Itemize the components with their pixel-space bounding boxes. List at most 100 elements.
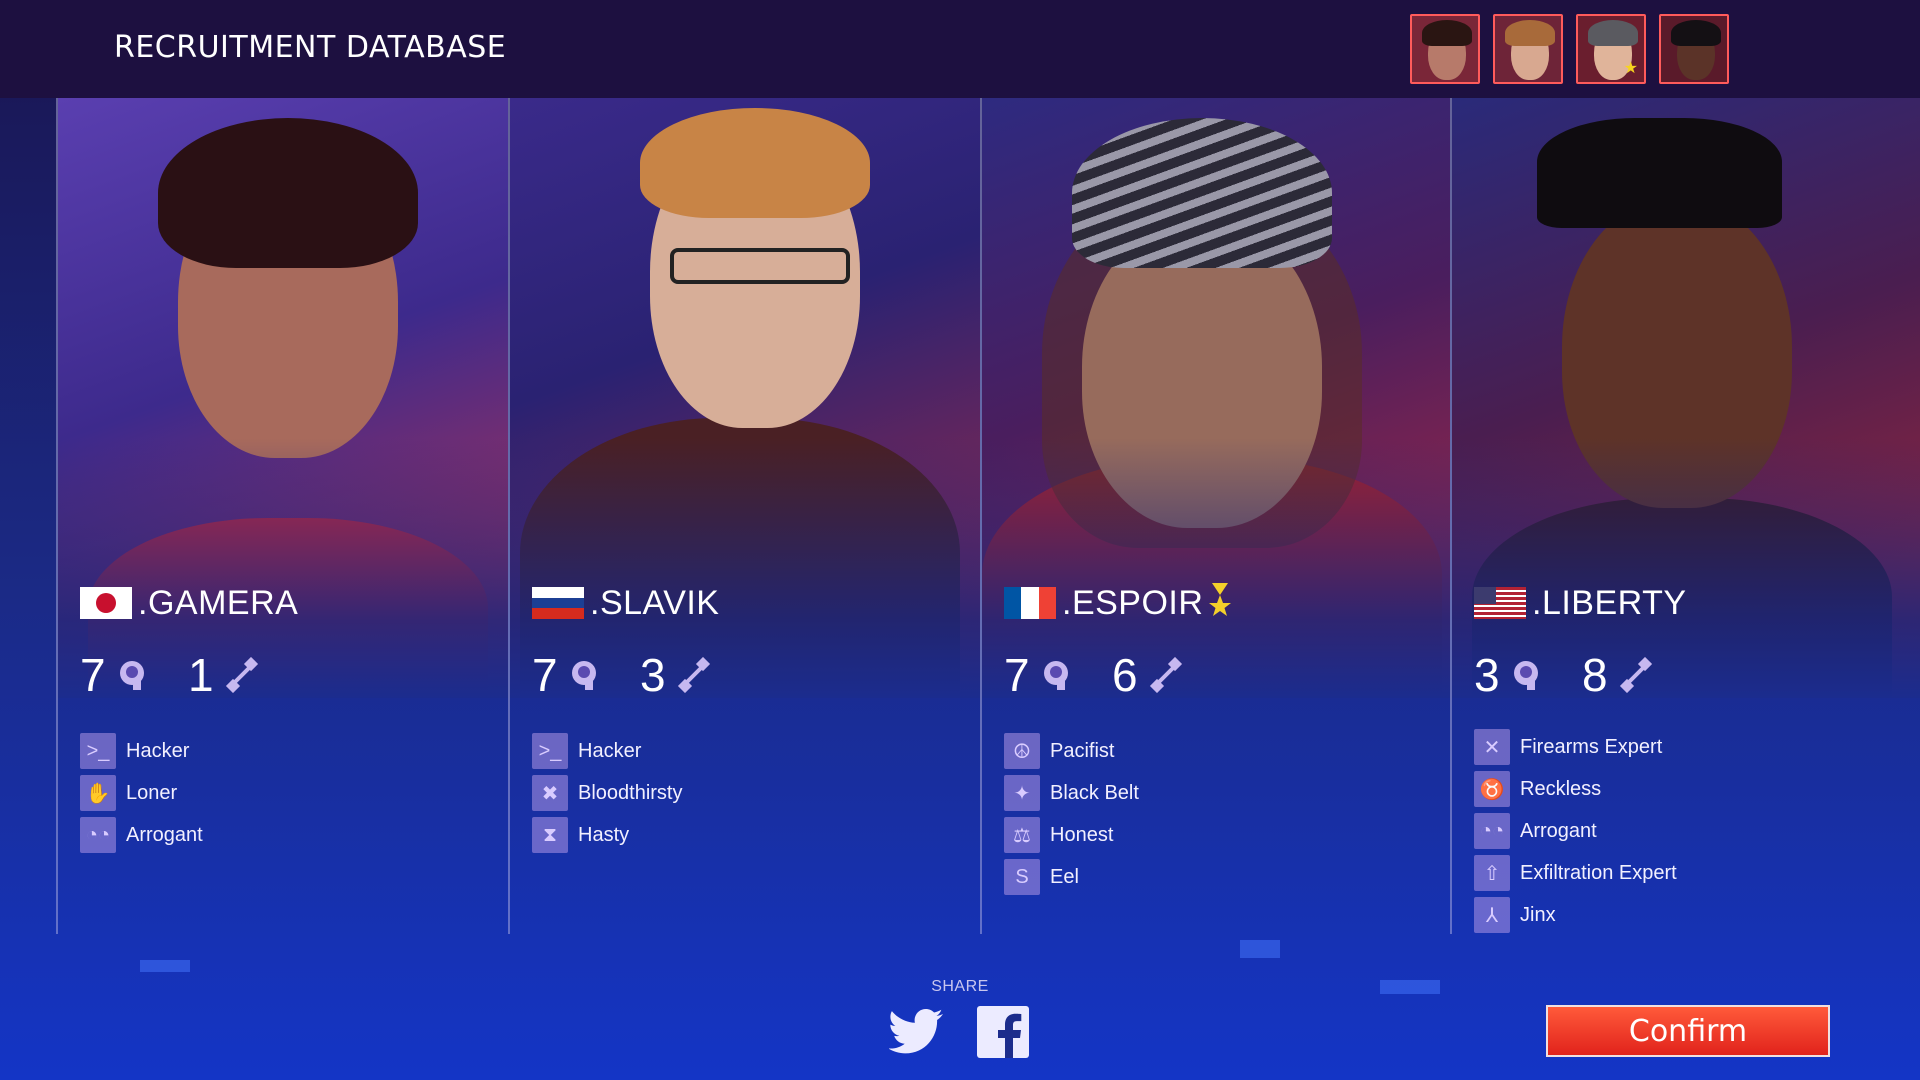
trait-label: Hasty: [578, 823, 630, 846]
thumbnail-slavik[interactable]: [1493, 14, 1563, 84]
thumbnail-liberty[interactable]: [1659, 14, 1729, 84]
sunglasses-icon: ◔◔: [80, 817, 116, 853]
trait-label: Eel: [1050, 865, 1079, 888]
trait-label: Reckless: [1520, 777, 1602, 800]
recruit-card-liberty[interactable]: .LIBERTY 3 8 ✕ Firearms Expert ♉ Reckles…: [1452, 98, 1920, 934]
strength-value: 8: [1582, 649, 1608, 701]
portrait-hair-icon: [1505, 20, 1555, 46]
strength-value: 6: [1112, 649, 1138, 701]
trait-label: Black Belt: [1050, 781, 1139, 804]
trait-item[interactable]: ☮ Pacifist: [1004, 730, 1450, 772]
recruit-stats: 3 8: [1474, 649, 1920, 701]
selected-recruits-thumbnails: ★: [1410, 14, 1729, 84]
trait-item[interactable]: ♉ Reckless: [1474, 768, 1920, 810]
crossed-guns-icon: ✕: [1474, 729, 1510, 765]
recruit-columns: .GAMERA 7 1 >_ Hacker ✋ Loner ◔◔ Arrogan…: [0, 98, 1920, 934]
trait-item[interactable]: ◔◔ Arrogant: [80, 814, 508, 856]
trait-list: ✕ Firearms Expert ♉ Reckless ◔◔ Arrogant…: [1474, 726, 1920, 936]
medal-icon: [1209, 581, 1232, 625]
trait-item[interactable]: ⇧ Exfiltration Expert: [1474, 852, 1920, 894]
dumbbell-icon: [674, 655, 714, 695]
brain-icon: [566, 655, 606, 695]
trait-label: Firearms Expert: [1520, 735, 1663, 758]
recruit-name: .GAMERA: [138, 583, 299, 622]
trait-list: ☮ Pacifist ✦ Black Belt ⚖ Honest S Eel: [1004, 730, 1450, 898]
recruit-card-espoir[interactable]: .ESPOIR 7 6 ☮ Pacifist ✦ Black Belt ⚖ Ho…: [982, 98, 1450, 934]
trait-item[interactable]: ✦ Black Belt: [1004, 772, 1450, 814]
column-divider: [56, 98, 58, 934]
trait-label: Pacifist: [1050, 739, 1115, 762]
trait-item[interactable]: >_ Hacker: [532, 730, 980, 772]
portrait-hair-icon: [1588, 20, 1638, 46]
dumbbell-icon: [1146, 655, 1186, 695]
tombstone-icon: ✖: [532, 775, 568, 811]
background-streak: [140, 960, 190, 972]
trait-item[interactable]: ✋ Loner: [80, 772, 508, 814]
brain-icon: [1508, 655, 1548, 695]
scales-icon: ⚖: [1004, 817, 1040, 853]
france-flag-icon: [1004, 587, 1056, 619]
exit-arrow-icon: ⇧: [1474, 855, 1510, 891]
portrait-hair-icon: [1422, 20, 1472, 46]
twitter-icon[interactable]: [889, 1006, 945, 1058]
trait-label: Jinx: [1520, 903, 1556, 926]
brain-icon: [1038, 655, 1078, 695]
terminal-icon: >_: [80, 733, 116, 769]
trait-label: Hacker: [126, 739, 190, 762]
recruit-name: .LIBERTY: [1532, 583, 1687, 622]
dumbbell-icon: [1616, 655, 1656, 695]
recruit-stats: 7 3: [532, 649, 980, 701]
thumbnail-gamera[interactable]: [1410, 14, 1480, 84]
trait-label: Hacker: [578, 739, 642, 762]
intellect-value: 7: [1004, 649, 1030, 701]
background-streak: [1240, 940, 1280, 958]
trait-label: Arrogant: [126, 823, 203, 846]
intellect-value: 3: [1474, 649, 1500, 701]
eel-icon: S: [1004, 859, 1040, 895]
trait-item[interactable]: ✕ Firearms Expert: [1474, 726, 1920, 768]
trait-label: Bloodthirsty: [578, 781, 683, 804]
trait-label: Honest: [1050, 823, 1114, 846]
trait-list: >_ Hacker ✖ Bloodthirsty ⧗ Hasty: [532, 730, 980, 856]
facebook-icon[interactable]: [975, 1006, 1031, 1058]
bull-icon: ♉: [1474, 771, 1510, 807]
recruit-stats: 7 1: [80, 649, 508, 701]
trait-item[interactable]: S Eel: [1004, 856, 1450, 898]
loner-icon: ✋: [80, 775, 116, 811]
russia-flag-icon: [532, 587, 584, 619]
strength-value: 3: [640, 649, 666, 701]
share-label: SHARE: [931, 978, 989, 995]
background-streak: [1380, 980, 1440, 994]
recruit-name: .SLAVIK: [590, 583, 720, 622]
trait-label: Arrogant: [1520, 819, 1597, 842]
trait-label: Exfiltration Expert: [1520, 861, 1677, 884]
page-title: Recruitment Database: [114, 30, 507, 65]
trait-item[interactable]: >_ Hacker: [80, 730, 508, 772]
intellect-value: 7: [80, 649, 106, 701]
header-bar: Recruitment Database ★: [0, 0, 1920, 98]
trait-item[interactable]: ◔◔ Arrogant: [1474, 810, 1920, 852]
intellect-value: 7: [532, 649, 558, 701]
column-divider: [508, 98, 510, 934]
share-section: SHARE: [880, 978, 1040, 1058]
usa-flag-icon: [1474, 587, 1526, 619]
hourglass-icon: ⧗: [532, 817, 568, 853]
trait-item[interactable]: ⧗ Hasty: [532, 814, 980, 856]
recruit-stats: 7 6: [1004, 649, 1450, 701]
jinx-icon: ⅄: [1474, 897, 1510, 933]
recruit-card-slavik[interactable]: .SLAVIK 7 3 >_ Hacker ✖ Bloodthirsty ⧗ H…: [510, 98, 980, 934]
thumbnail-espoir[interactable]: ★: [1576, 14, 1646, 84]
dumbbell-icon: [222, 655, 262, 695]
portrait-hair-icon: [1671, 20, 1721, 46]
sunglasses-icon: ◔◔: [1474, 813, 1510, 849]
trait-item[interactable]: ⚖ Honest: [1004, 814, 1450, 856]
trait-label: Loner: [126, 781, 178, 804]
trait-item[interactable]: ✖ Bloodthirsty: [532, 772, 980, 814]
column-divider: [1450, 98, 1452, 934]
terminal-icon: >_: [532, 733, 568, 769]
japan-flag-icon: [80, 587, 132, 619]
confirm-button[interactable]: Confirm: [1546, 1005, 1830, 1057]
trait-item[interactable]: ⅄ Jinx: [1474, 894, 1920, 936]
brain-icon: [114, 655, 154, 695]
recruit-card-gamera[interactable]: .GAMERA 7 1 >_ Hacker ✋ Loner ◔◔ Arrogan…: [58, 98, 508, 934]
